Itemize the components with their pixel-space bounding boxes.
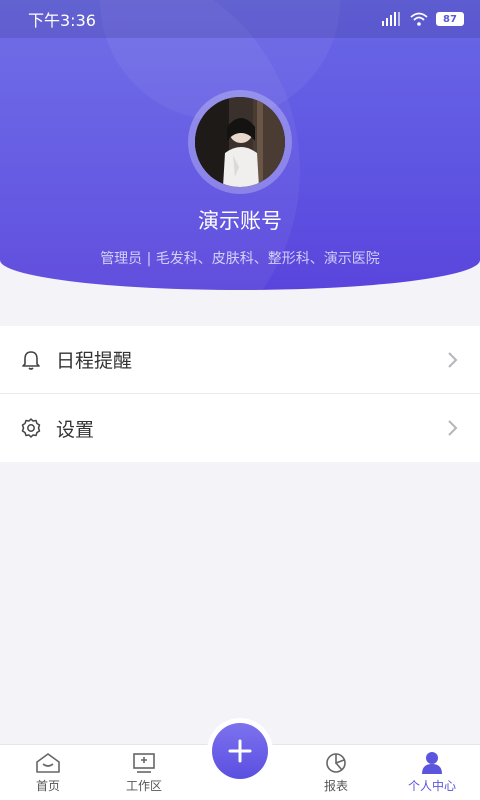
bell-icon [22, 350, 40, 370]
chevron-right-icon [448, 351, 458, 368]
tab-reports[interactable]: 报表 [288, 745, 384, 800]
tab-label: 首页 [35, 779, 60, 793]
menu-item-schedule[interactable]: 日程提醒 [0, 326, 480, 394]
workspace-icon [133, 753, 155, 773]
plus-icon [228, 739, 252, 763]
tab-profile[interactable]: 个人中心 [384, 745, 480, 800]
home-icon [36, 753, 60, 773]
add-button[interactable] [212, 723, 268, 779]
avatar-photo [195, 97, 285, 187]
wifi-icon [410, 12, 428, 26]
status-time: 下午3:36 [28, 11, 96, 30]
user-icon [422, 752, 442, 774]
fab-container [207, 718, 273, 784]
menu-item-settings[interactable]: 设置 [0, 394, 480, 462]
gear-icon [21, 418, 41, 438]
battery-indicator: 87 [436, 12, 464, 26]
tab-home[interactable]: 首页 [0, 745, 96, 800]
avatar-ring [188, 90, 292, 194]
pie-chart-icon [326, 753, 346, 773]
tab-label: 报表 [323, 779, 348, 793]
tab-workspace[interactable]: 工作区 [96, 745, 192, 800]
status-bar: 下午3:36 87 [0, 0, 480, 38]
status-icons: 87 [382, 12, 464, 26]
tab-label: 工作区 [125, 779, 162, 793]
signal-icon [382, 12, 400, 26]
tab-label: 个人中心 [407, 779, 456, 793]
menu-list: 日程提醒 设置 [0, 326, 480, 462]
chevron-right-icon [448, 420, 458, 436]
menu-item-label: 设置 [56, 418, 95, 441]
profile-name: 演示账号 [198, 209, 282, 233]
menu-item-label: 日程提醒 [56, 350, 133, 372]
profile-subtitle: 管理员 | 毛发科、皮肤科、整形科、演示医院 [100, 251, 380, 267]
avatar[interactable] [195, 97, 285, 187]
